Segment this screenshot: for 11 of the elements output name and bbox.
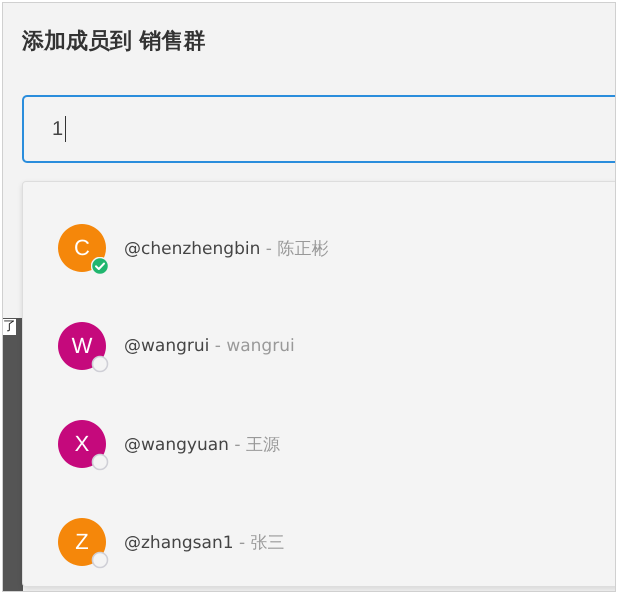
member-option[interactable]: @zhangsan1 - 张三 [124,530,284,554]
avatar: W [58,322,106,370]
member-option[interactable]: @chenzhengbin - 陈正彬 [124,236,328,260]
member-option[interactable]: @wangrui - wangrui [124,336,295,356]
avatar: Z [58,518,106,566]
member-option[interactable]: @wangyuan - 王源 [124,432,280,456]
dialog-title: 添加成员到 销售群 [22,28,207,56]
avatar: X [58,420,106,468]
background-text: 了 [3,319,16,335]
search-field[interactable]: 1 [22,95,615,163]
avatar: C [58,224,106,272]
